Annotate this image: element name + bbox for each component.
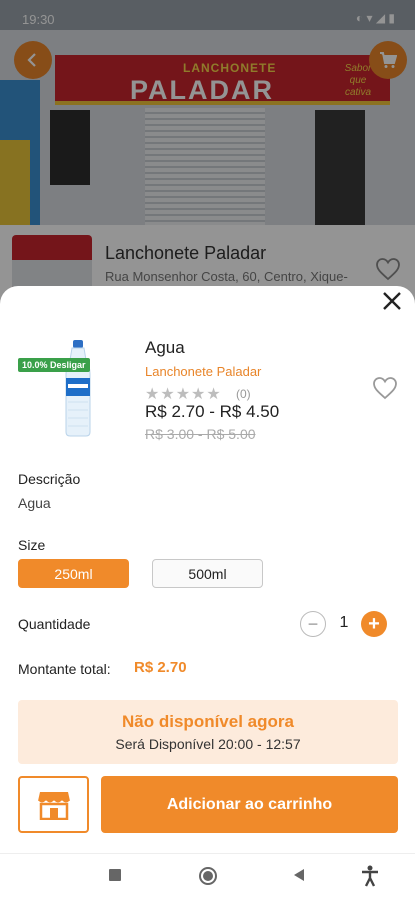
product-store-name[interactable]: Lanchonete Paladar <box>145 364 261 379</box>
product-price: R$ 2.70 - R$ 4.50 <box>145 402 280 421</box>
rating-stars-icon: ★★★★★ <box>145 386 222 403</box>
back-triangle-icon[interactable] <box>292 868 306 882</box>
discount-badge: 10.0% Desligar <box>18 358 90 372</box>
heart-outline-icon[interactable] <box>372 376 398 400</box>
store-button[interactable] <box>18 776 89 833</box>
quantity-decrease-button[interactable]: − <box>300 611 326 637</box>
accessibility-icon[interactable] <box>360 865 380 887</box>
storefront-icon <box>37 791 70 820</box>
size-option-250ml[interactable]: 250ml <box>18 559 129 588</box>
close-icon[interactable] <box>379 288 405 314</box>
product-bottom-sheet: 10.0% Desligar Agua Lanchonete Paladar ★… <box>0 286 415 900</box>
availability-notice: Não disponível agora Será Disponível 20:… <box>18 700 398 764</box>
product-old-price: R$ 3.00 - R$ 5.00 <box>145 426 256 442</box>
add-to-cart-button[interactable]: Adicionar ao carrinho <box>101 776 398 833</box>
size-option-500ml[interactable]: 500ml <box>152 559 263 588</box>
description-text: Agua <box>18 495 51 511</box>
quantity-value: 1 <box>339 614 349 631</box>
size-label: Size <box>18 537 46 553</box>
availability-title: Não disponível agora <box>122 712 294 731</box>
product-title: Agua <box>145 338 185 357</box>
total-amount: R$ 2.70 <box>134 659 187 676</box>
system-nav-bar <box>0 853 415 900</box>
quantity-increase-button[interactable]: + <box>361 611 387 637</box>
review-count: (0) <box>236 387 251 401</box>
total-label: Montante total: <box>18 661 111 677</box>
product-image <box>65 340 91 437</box>
home-circle-icon[interactable] <box>198 866 218 886</box>
square-nav-icon[interactable] <box>108 868 122 882</box>
description-label: Descrição <box>18 471 81 487</box>
availability-subtitle: Será Disponível 20:00 - 12:57 <box>115 736 301 752</box>
quantity-label: Quantidade <box>18 616 91 632</box>
